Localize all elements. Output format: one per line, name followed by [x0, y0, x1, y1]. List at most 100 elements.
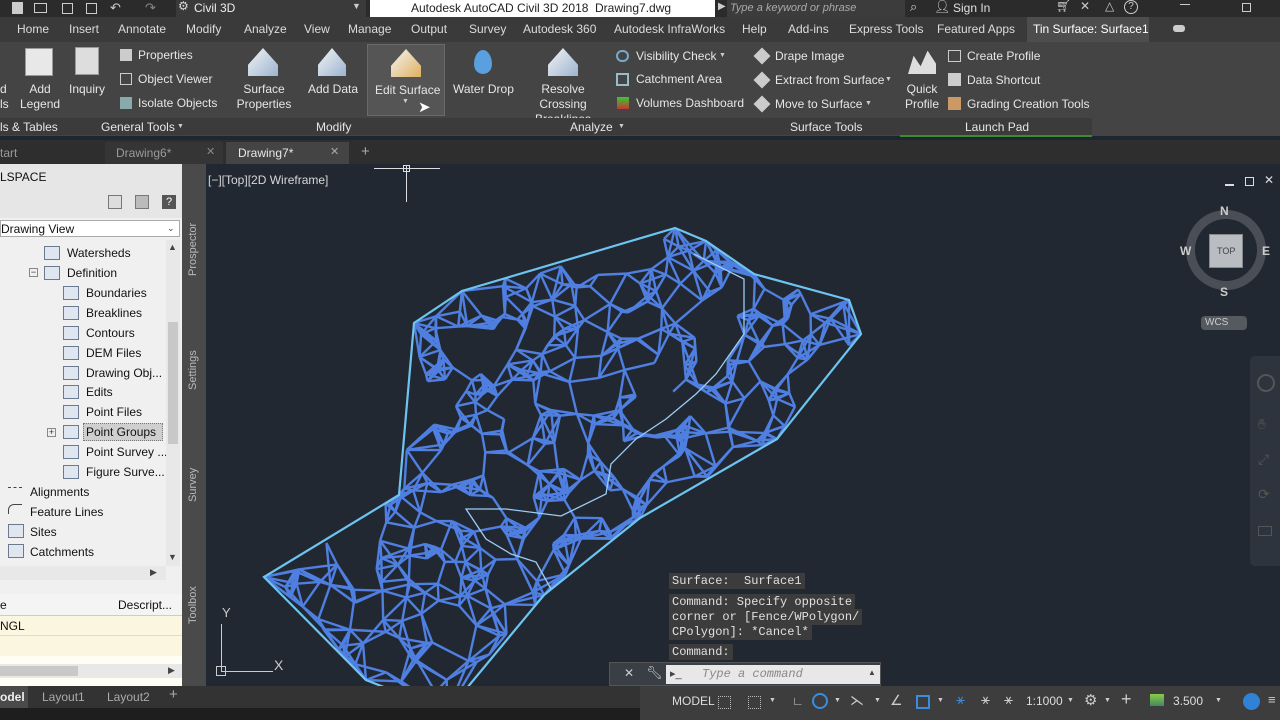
properties-button[interactable]: Properties [138, 48, 193, 62]
compass-w[interactable]: W [1180, 244, 1191, 258]
tab-infraworks[interactable]: Autodesk InfraWorks [614, 22, 725, 36]
polar-icon[interactable] [812, 693, 828, 709]
volumes-dashboard-button[interactable]: Volumes Dashboard [636, 96, 744, 110]
collapse-icon[interactable]: − [29, 268, 38, 277]
viewport-minimize-icon[interactable] [1225, 184, 1234, 186]
tab-autodesk-360[interactable]: Autodesk 360 [523, 22, 596, 36]
visibility-check-button[interactable]: Visibility Check [636, 49, 716, 63]
tab-home[interactable]: Home [17, 22, 49, 36]
minimize-icon[interactable] [1180, 4, 1190, 5]
close-icon[interactable]: ✕ [330, 145, 339, 158]
tab-insert[interactable]: Insert [69, 22, 99, 36]
scroll-right-icon[interactable]: ▶ [150, 567, 157, 578]
help-icon[interactable]: ? [1124, 0, 1138, 14]
workspace-switcher[interactable]: ⚙ Civil 3D ▼ [176, 0, 366, 17]
tree-item-contours[interactable]: Contours [86, 326, 135, 340]
scroll-up-icon[interactable]: ▲ [168, 242, 177, 252]
tree-item-edits[interactable]: Edits [86, 385, 113, 399]
hardware-acceleration-icon[interactable] [1243, 693, 1260, 710]
tab-layout2[interactable]: Layout2 [107, 690, 150, 704]
tab-analyze[interactable]: Analyze [244, 22, 287, 36]
panel-analyze[interactable]: Analyze [570, 120, 613, 134]
model-space-toggle[interactable]: MODEL [672, 694, 715, 708]
tab-start[interactable]: tart [0, 142, 17, 164]
add-data-button[interactable]: Add Data [308, 82, 358, 96]
osnap-icon[interactable] [916, 695, 930, 709]
tab-featured-apps[interactable]: Featured Apps [937, 22, 1015, 36]
viewport-close-icon[interactable]: ✕ [1264, 173, 1274, 187]
tab-annotate[interactable]: Annotate [118, 22, 166, 36]
print-icon[interactable] [86, 3, 97, 14]
new-tab-icon[interactable]: + [361, 143, 370, 160]
tab-survey[interactable]: Survey [469, 22, 506, 36]
panel-modify[interactable]: Modify [316, 120, 351, 134]
viewcube-top-face[interactable]: TOP [1209, 234, 1243, 268]
quick-profile-button[interactable]: Quick Profile [902, 82, 942, 112]
tree-item-dem-files[interactable]: DEM Files [86, 346, 141, 360]
tree-item-boundaries[interactable]: Boundaries [86, 286, 147, 300]
tab-tin-surface-active[interactable]: Tin Surface: Surface1 [1027, 17, 1149, 42]
menu-icon[interactable]: ≡ [1268, 692, 1276, 707]
tab-output[interactable]: Output [411, 22, 447, 36]
inquiry-button[interactable]: Inquiry [69, 82, 105, 96]
add-icon[interactable]: + [1121, 689, 1132, 710]
table-horizontal-scrollbar[interactable]: ▶ [0, 664, 182, 678]
a360-icon[interactable]: △ [1105, 0, 1114, 13]
surface-properties-button[interactable]: Surface Properties [236, 82, 292, 112]
compass-s[interactable]: S [1220, 285, 1228, 299]
viewcube[interactable]: N S E W TOP [1180, 204, 1272, 299]
tab-express-tools[interactable]: Express Tools [849, 22, 923, 36]
tree-horizontal-scrollbar[interactable]: ▶ [0, 566, 166, 580]
panel-launch-pad[interactable]: Launch Pad [965, 120, 1029, 134]
add-legend-button[interactable]: Add Legend [20, 82, 60, 112]
object-viewer-button[interactable]: Object Viewer [138, 72, 212, 86]
tab-view[interactable]: View [304, 22, 330, 36]
new-icon[interactable] [12, 2, 23, 14]
wcs-menu[interactable]: WCS [1201, 316, 1247, 330]
edit-surface-button[interactable]: Edit Surface ▼ [367, 44, 445, 116]
table-row[interactable]: NGL [0, 616, 182, 636]
dropdown-arrow-icon[interactable]: ▼ [1215, 697, 1222, 704]
grid-icon[interactable] [718, 696, 731, 709]
showmotion-icon[interactable] [1258, 526, 1272, 536]
tree-item-feature-lines[interactable]: Feature Lines [30, 505, 103, 519]
tree-item-alignments[interactable]: Alignments [30, 485, 89, 499]
dropdown-arrow-icon[interactable]: ▼ [865, 100, 872, 107]
tab-layout1[interactable]: Layout1 [42, 690, 85, 704]
drape-image-button[interactable]: Drape Image [775, 49, 844, 63]
ortho-icon[interactable]: ∟ [792, 694, 804, 708]
redo-icon[interactable]: ↷ [145, 0, 156, 16]
drawing-viewport[interactable]: [−][Top][2D Wireframe] N S E W TOP WCS ✋… [206, 164, 1280, 686]
annotation-scale-value[interactable]: 1:1000 [1026, 694, 1063, 708]
tab-drawing6[interactable]: Drawing6* ✕ [105, 142, 223, 164]
dropdown-arrow-icon[interactable]: ▼ [874, 697, 881, 704]
tree-item-point-groups[interactable]: Point Groups [86, 425, 156, 439]
table-row[interactable] [0, 636, 182, 656]
tab-add-ins[interactable]: Add-ins [788, 22, 829, 36]
object-tracking-icon[interactable]: ∠ [890, 692, 903, 709]
panel-general-tools[interactable]: General Tools [101, 120, 175, 134]
cart-icon[interactable]: 🛒︎ [1056, 0, 1071, 13]
elevation-value[interactable]: 3.500 [1173, 694, 1203, 708]
tab-prospector[interactable]: Prospector [187, 223, 199, 276]
zoom-extents-icon[interactable]: ⤢ [1258, 451, 1269, 468]
tab-toolbox[interactable]: Toolbox [187, 586, 199, 624]
annotation-visibility-icon[interactable]: ⚹ [956, 691, 965, 708]
binoculars-icon[interactable]: ⌕ [910, 0, 917, 15]
command-input[interactable]: ▸_ Type a command ▲ [666, 665, 880, 684]
compass-n[interactable]: N [1220, 204, 1229, 218]
add-layout-icon[interactable]: + [169, 686, 178, 703]
tab-settings[interactable]: Settings [187, 350, 199, 390]
toolspace-icon-a[interactable] [108, 195, 122, 209]
undo-icon[interactable]: ↶ [110, 0, 121, 16]
tab-survey[interactable]: Survey [187, 468, 199, 502]
tree-item-watersheds[interactable]: Watersheds [67, 246, 131, 260]
tab-model-active[interactable]: odel [0, 686, 28, 708]
scroll-thumb[interactable] [0, 666, 78, 676]
chevron-up-icon[interactable]: ▲ [868, 668, 876, 677]
tree-item-point-survey[interactable]: Point Survey ... [86, 445, 166, 459]
tree-item-figure-survey[interactable]: Figure Surve... [86, 465, 165, 479]
help-icon[interactable]: ? [162, 195, 176, 209]
water-drop-button[interactable]: Water Drop [453, 82, 514, 96]
extract-from-surface-button[interactable]: Extract from Surface [775, 73, 884, 87]
